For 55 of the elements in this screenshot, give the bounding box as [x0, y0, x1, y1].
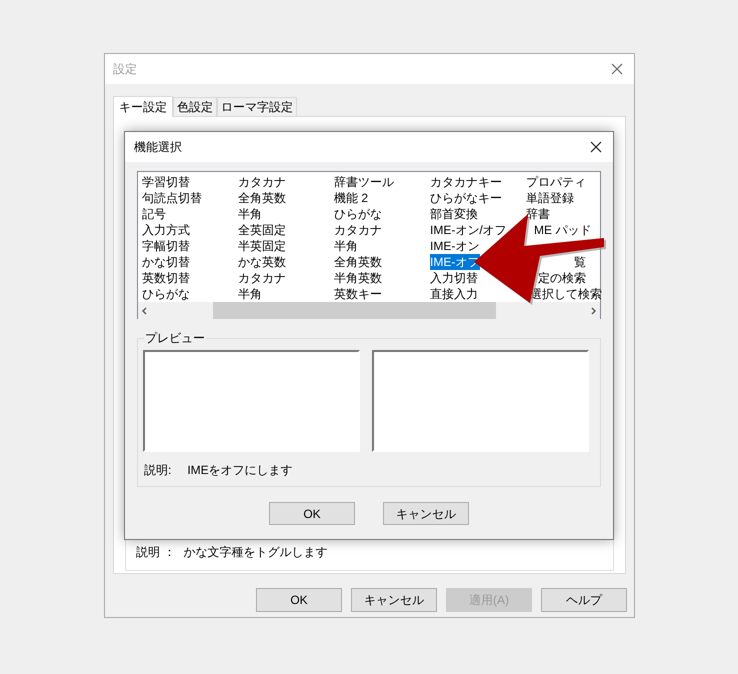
list-item[interactable]: 記号	[142, 206, 166, 222]
description-text: かな文字種をトグルします	[183, 544, 328, 561]
list-item[interactable]: 英数切替	[142, 270, 190, 286]
list-item[interactable]: 半英固定	[238, 238, 286, 254]
horizontal-scrollbar[interactable]	[138, 302, 600, 319]
list-item[interactable]: IME-オン/オフ	[430, 222, 507, 238]
list-item[interactable]: 半角	[238, 206, 262, 222]
list-item[interactable]: 英数キー	[334, 286, 382, 302]
description-label: 説明 ：	[136, 544, 176, 561]
list-item[interactable]: 機能 2	[334, 190, 368, 206]
window-title: 設定	[113, 61, 137, 78]
list-item[interactable]: 辞書	[526, 206, 550, 222]
list-item[interactable]: 単語登録	[526, 190, 574, 206]
dialog-button[interactable]: ヘルプ	[541, 588, 627, 612]
close-icon[interactable]	[590, 141, 602, 153]
list-item[interactable]: 全英固定	[238, 222, 286, 238]
list-item[interactable]: 定の検索	[538, 270, 586, 286]
list-item[interactable]: かな英数	[238, 254, 286, 270]
list-item[interactable]: 半角	[238, 286, 262, 302]
list-item[interactable]: 辞書ツール	[334, 174, 394, 190]
dialog-title: 機能選択	[134, 139, 182, 156]
description-text: IMEをオフにします	[187, 462, 293, 479]
list-item[interactable]: ひらがな	[334, 206, 382, 222]
tab[interactable]: ローマ字設定	[217, 97, 297, 116]
list-item[interactable]: 入力方式	[142, 222, 190, 238]
list-item[interactable]: カタカナ	[334, 222, 382, 238]
list-item[interactable]: ひらがなキー	[430, 190, 502, 206]
tab[interactable]: 色設定	[173, 97, 217, 116]
list-item[interactable]: 覧	[574, 254, 586, 270]
list-item[interactable]: ME パッド	[534, 222, 592, 238]
list-item[interactable]: 入力切替	[430, 270, 478, 286]
list-item[interactable]: かな切替	[142, 254, 190, 270]
list-item[interactable]: 全角英数	[334, 254, 382, 270]
list-item[interactable]: 半角	[334, 238, 358, 254]
list-item[interactable]: 半角英数	[334, 270, 382, 286]
dialog-button[interactable]: OK	[269, 502, 355, 525]
list-item[interactable]: 学習切替	[142, 174, 190, 190]
list-item[interactable]: 全角英数	[238, 190, 286, 206]
dialog-button[interactable]: OK	[256, 588, 342, 612]
list-item[interactable]: 部首変換	[430, 206, 478, 222]
dialog-button[interactable]: キャンセル	[351, 588, 437, 612]
list-item[interactable]: IME-オン	[430, 238, 480, 254]
tab[interactable]: キー設定	[113, 96, 173, 117]
scrollbar-thumb[interactable]	[213, 302, 496, 319]
description-label: 説明:	[144, 462, 172, 479]
list-item[interactable]: 字幅切替	[142, 238, 190, 254]
list-item[interactable]: 句読点切替	[142, 190, 202, 206]
preview-label: プレビュー	[144, 330, 206, 346]
list-item[interactable]: カタカナ	[238, 270, 286, 286]
list-item[interactable]: カタカナキー	[430, 174, 502, 190]
list-item[interactable]: 直接入力	[430, 286, 478, 302]
dialog-button[interactable]: キャンセル	[383, 502, 469, 525]
list-item[interactable]: ひらがな	[142, 286, 190, 302]
list-item[interactable]: カタカナ	[238, 174, 286, 190]
list-item[interactable]: プロパティ	[526, 174, 586, 190]
